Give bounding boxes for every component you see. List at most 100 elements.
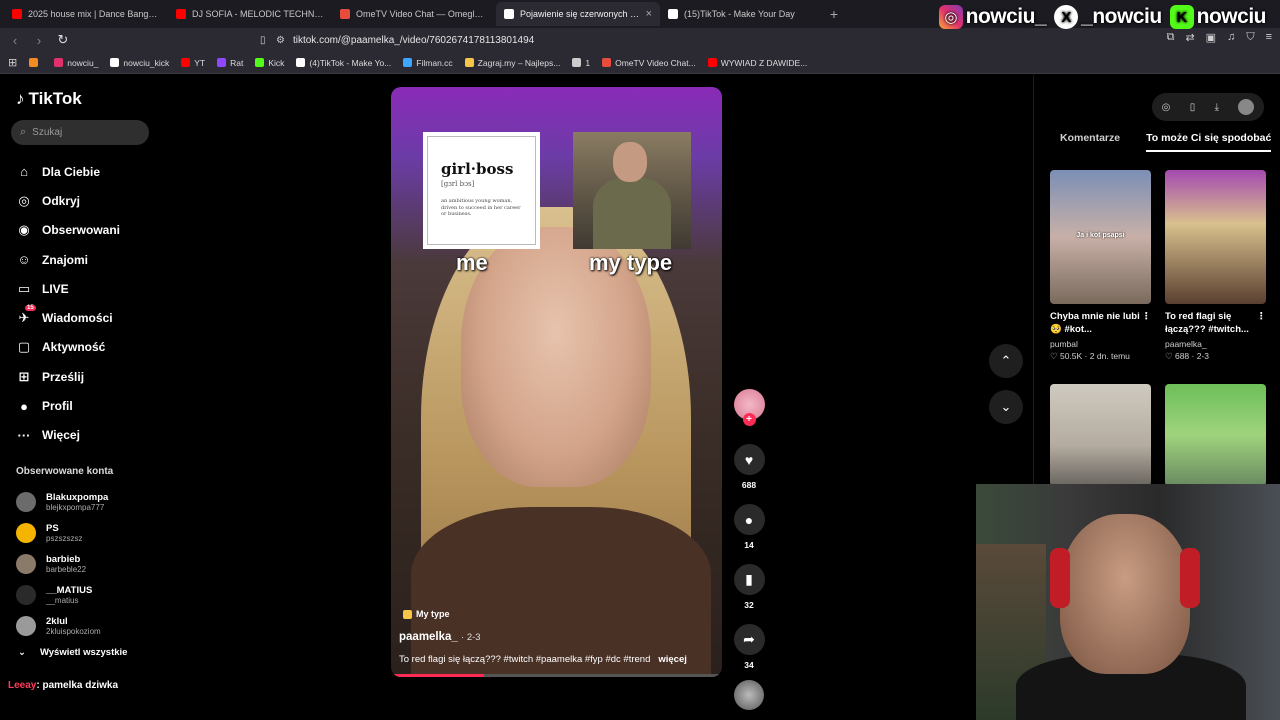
followed-account[interactable]: PS pszszszsz xyxy=(16,518,108,549)
followed-account[interactable]: __MATIUS __matius xyxy=(16,579,108,610)
caption-me: me xyxy=(456,250,488,275)
extensions-icon[interactable]: ⧉ xyxy=(1167,31,1175,44)
translate-icon[interactable]: ⇄ xyxy=(1185,31,1194,44)
search-input[interactable]: ⌕ Szukaj xyxy=(11,120,149,145)
bookmark-icon[interactable]: ▯ xyxy=(260,35,266,46)
tab-title: Pojawienie się czerwonych flag xyxy=(520,9,640,19)
download-icon[interactable]: ⤓ xyxy=(1215,102,1219,113)
bookmark-item[interactable] xyxy=(29,58,42,68)
card-author[interactable]: paamelka_ xyxy=(1165,339,1266,349)
upload-icon: ⊞ xyxy=(18,368,30,384)
bookmark-item[interactable]: nowciu_kick xyxy=(110,58,169,68)
account-name: __MATIUS xyxy=(46,584,93,596)
back-button[interactable]: ‹ xyxy=(8,33,22,48)
compass-icon: ◎ xyxy=(18,192,30,208)
close-tab-icon[interactable]: × xyxy=(646,8,652,20)
tab-recommended[interactable]: To może Ci się spodobać xyxy=(1146,132,1272,152)
show-all-button[interactable]: ⌄ Wyświetl wszystkie xyxy=(18,647,127,658)
video-thumbnail[interactable]: Ja i kot psapsi xyxy=(1050,170,1151,304)
forward-button[interactable]: › xyxy=(32,33,46,48)
video-player[interactable]: girl·boss [gɜrl bɔs] an ambitious young … xyxy=(391,87,722,677)
creator-avatar[interactable]: + xyxy=(733,389,765,426)
tiktok-logo[interactable]: ♪ TikTok xyxy=(16,89,82,109)
compass-icon[interactable]: ◎ xyxy=(1162,102,1171,113)
previous-video-button[interactable]: ⌃ xyxy=(989,344,1023,378)
bookmark-item[interactable]: Kick xyxy=(255,58,284,68)
music-icon[interactable]: ♫ xyxy=(1227,31,1235,44)
sidebar-item-aktywno-[interactable]: ▢ Aktywność xyxy=(16,333,120,362)
bookmark-item[interactable]: OmeTV Video Chat... xyxy=(602,58,696,68)
tab-title: DJ SOFIA - MELODIC TECHNO & FU xyxy=(192,9,324,19)
sidebar-item-live[interactable]: ▭ LIVE xyxy=(16,274,120,303)
like-button[interactable]: ♥ xyxy=(733,444,765,475)
new-tab-button[interactable]: + xyxy=(824,6,844,22)
video-thumbnail[interactable] xyxy=(1050,383,1151,486)
bookmark-favicon-icon xyxy=(464,58,474,67)
bookmark-item[interactable]: nowciu_ xyxy=(54,58,98,68)
browser-tab[interactable]: DJ SOFIA - MELODIC TECHNO & FU xyxy=(168,2,332,26)
recommended-video-card[interactable] xyxy=(1050,383,1151,486)
left-sidebar: ♪ TikTok ⌕ Szukaj ⌂ Dla Ciebie ◎ Odkryj ◉ Obs… xyxy=(0,75,160,720)
followed-account[interactable]: barbieb barbeble22 xyxy=(16,549,108,580)
sound-disc-icon[interactable] xyxy=(734,680,764,710)
video-thumbnail[interactable] xyxy=(1165,170,1266,304)
reload-button[interactable]: ↻ xyxy=(56,32,70,48)
account-name: Blakuxpompa xyxy=(46,492,109,504)
next-video-button[interactable]: ⌄ xyxy=(989,390,1023,424)
address-bar[interactable]: ▯ ⚙ tiktok.com/@paamelka_/video/76026741… xyxy=(260,30,996,50)
apps-grid-icon[interactable]: ⊞ xyxy=(8,56,17,69)
recommended-video-card[interactable] xyxy=(1165,383,1266,486)
more-icon: ··· xyxy=(17,427,31,443)
comment-button[interactable]: ● xyxy=(733,504,765,535)
browser-tab[interactable]: Pojawienie się czerwonych flag × xyxy=(496,2,660,26)
account-handle: blejkxpompa777 xyxy=(46,503,105,513)
sidebar-item-znajomi[interactable]: ☺ Znajomi xyxy=(16,245,120,274)
bookmark-item[interactable]: Rat xyxy=(217,58,243,68)
tab-favicon-icon xyxy=(340,9,350,19)
video-shirt-shape xyxy=(411,507,711,677)
sidebar-item-obserwowani[interactable]: ◉ Obserwowani xyxy=(16,216,120,245)
bookmark-item[interactable]: YT xyxy=(181,58,205,68)
profile-icon: ● xyxy=(20,398,28,414)
share-button[interactable]: ➦ xyxy=(733,624,765,655)
recommended-video-card[interactable]: Ja i kot psapsi Chyba mnie nie lubi 🥺 #ko… xyxy=(1050,170,1151,362)
live-icon: ▭ xyxy=(17,280,31,296)
tab-comments[interactable]: Komentarze xyxy=(1060,132,1120,152)
sound-tag[interactable]: My type xyxy=(403,609,450,619)
sidebar-item-profil[interactable]: ● Profil xyxy=(16,391,120,420)
bookmark-item[interactable]: Filman.cc xyxy=(403,58,453,68)
bookmark-favicon-icon xyxy=(602,58,612,67)
browser-tab[interactable]: (15)TikTok - Make Your Day xyxy=(660,2,824,26)
followed-account[interactable]: Blakuxpompa blejkxpompa777 xyxy=(16,487,108,518)
avatar[interactable] xyxy=(1238,99,1255,115)
sidebar-icon[interactable]: ▣ xyxy=(1206,31,1216,44)
phone-icon[interactable]: ▯ xyxy=(1190,102,1196,113)
sidebar-item-prze-lij[interactable]: ⊞ Prześlij xyxy=(16,362,120,391)
video-author[interactable]: paamelka_ · 2-3 xyxy=(399,631,481,643)
more-options-icon[interactable]: ⋮ xyxy=(1257,311,1267,337)
browser-tab[interactable]: OmeTV Video Chat — Omegle R xyxy=(332,2,496,26)
menu-icon[interactable]: ≡ xyxy=(1266,31,1272,44)
video-thumbnail[interactable] xyxy=(1165,383,1266,486)
sidebar-item-dla-ciebie[interactable]: ⌂ Dla Ciebie xyxy=(16,157,120,186)
bookmark-item[interactable]: WYWIAD Z DAWIDE... xyxy=(707,58,807,68)
more-link[interactable]: więcej xyxy=(658,654,687,665)
bookmark-item[interactable]: (4)TikTok - Make Yo... xyxy=(296,58,391,68)
sidebar-item-wi-cej[interactable]: ··· Więcej xyxy=(16,421,120,450)
site-info-icon[interactable]: ⚙ xyxy=(276,35,285,46)
kick-handle: Knowciu xyxy=(1169,5,1267,29)
shield-icon[interactable]: ⛉ xyxy=(1246,31,1254,44)
follow-plus-icon[interactable]: + xyxy=(742,413,756,426)
more-options-icon[interactable]: ⋮ xyxy=(1142,311,1152,337)
card-stats: ♡ 688 · 2-3 xyxy=(1165,350,1210,361)
sidebar-item-odkryj[interactable]: ◎ Odkryj xyxy=(16,186,120,215)
save-button[interactable]: ▮ xyxy=(733,564,765,595)
card-author[interactable]: pumbal xyxy=(1050,339,1151,349)
bookmark-item[interactable]: Zagraj.my – Najleps... xyxy=(464,58,560,68)
bookmark-item[interactable]: 1 xyxy=(572,58,590,68)
followed-account[interactable]: 2klul 2kluispokoziom xyxy=(16,610,108,641)
browser-tab[interactable]: 2025 house mix | Dance Bangers - Yo xyxy=(4,2,168,26)
recommended-video-card[interactable]: To red flagi się łączą??? #twitch... ⋮ paa… xyxy=(1165,170,1266,362)
video-progress-bar[interactable] xyxy=(391,674,722,677)
sidebar-item-wiadomo-ci[interactable]: ✈ 15 Wiadomości xyxy=(16,303,120,332)
